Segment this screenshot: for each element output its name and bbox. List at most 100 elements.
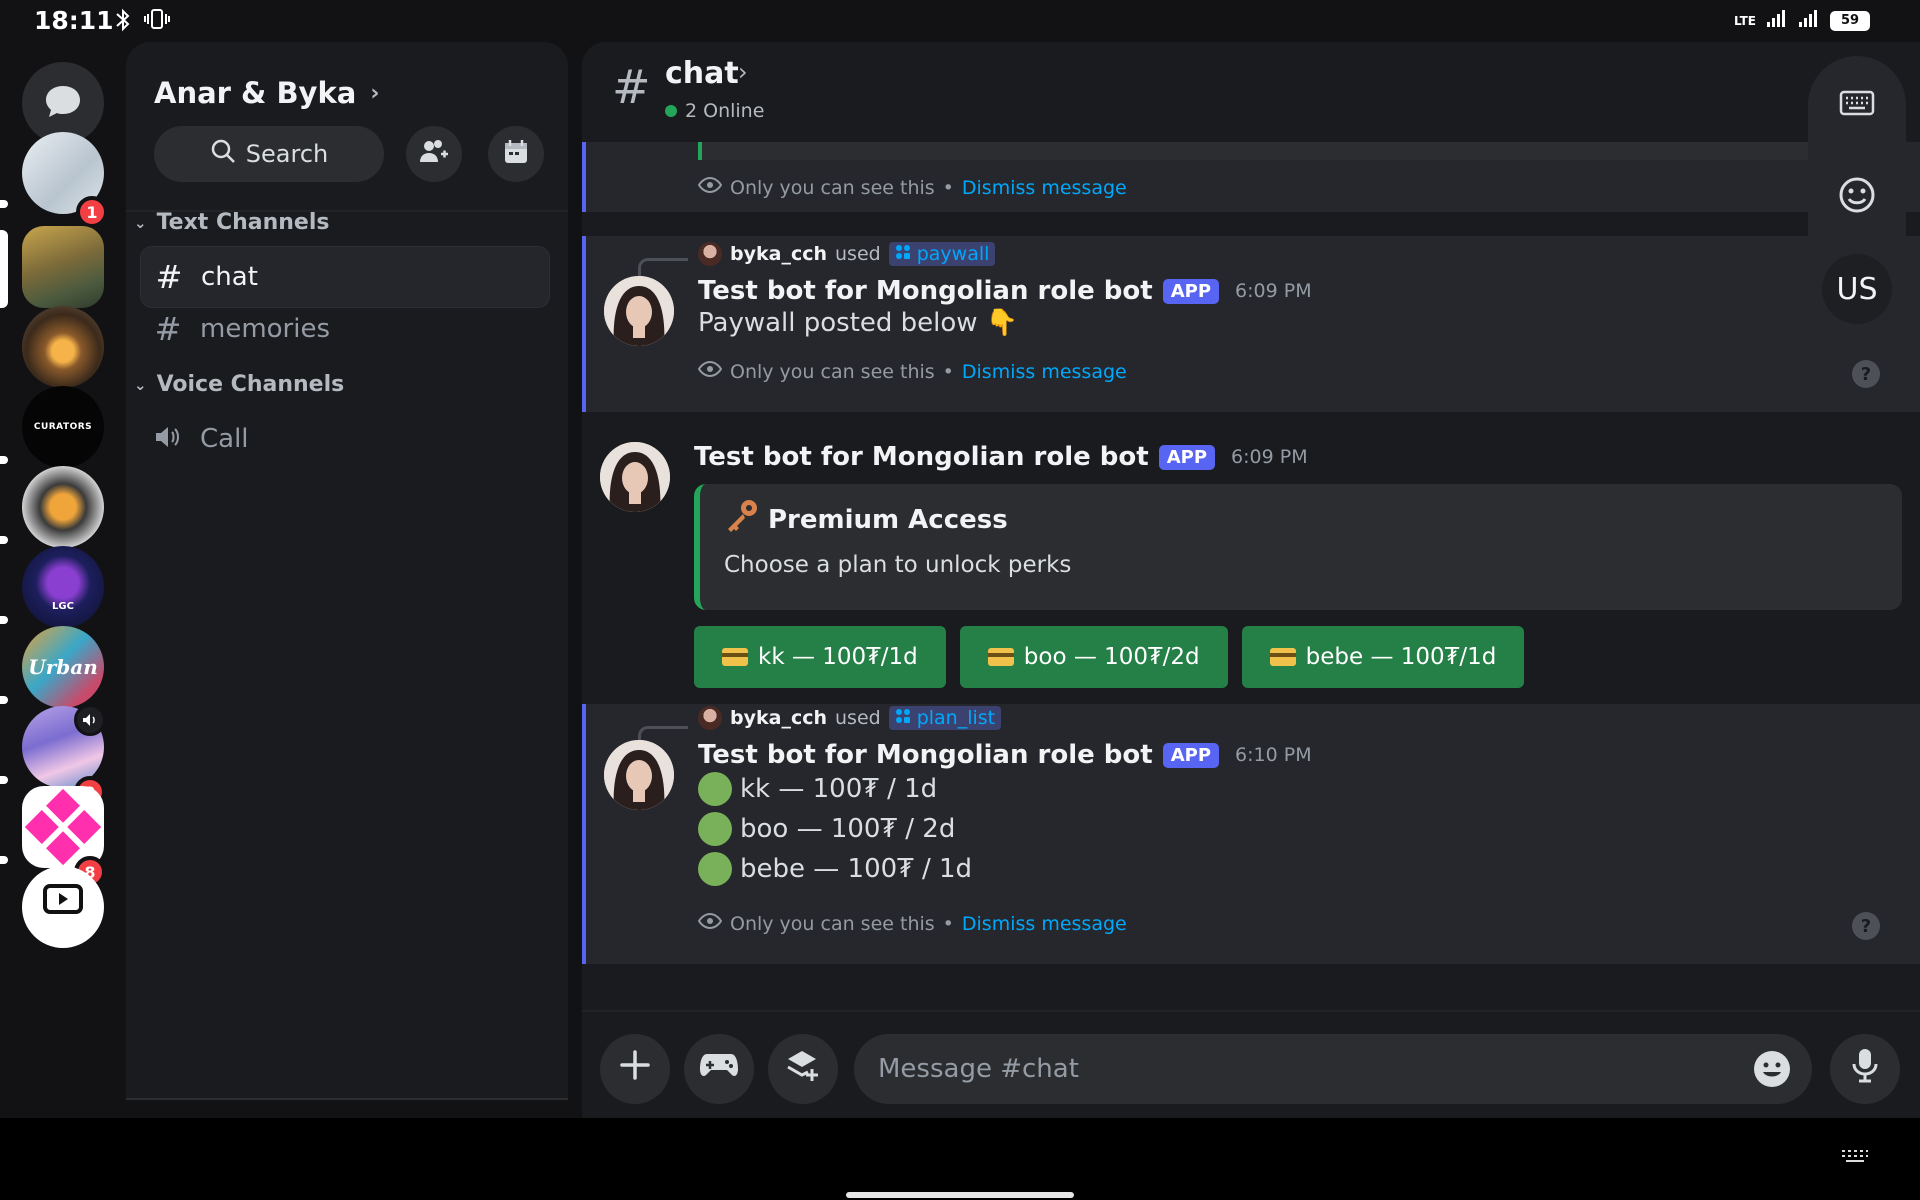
server-label: Urban bbox=[28, 655, 98, 679]
gamepad-icon bbox=[699, 1049, 739, 1089]
channel-label: chat bbox=[201, 262, 258, 292]
help-icon[interactable]: ? bbox=[1852, 360, 1880, 388]
credit-card-icon bbox=[987, 648, 1014, 666]
message-list[interactable]: Only you can see this • Dismiss message … bbox=[582, 142, 1920, 1000]
dismiss-message-link[interactable]: Dismiss message bbox=[962, 913, 1127, 935]
voice-message-button[interactable] bbox=[1830, 1034, 1900, 1104]
command-chip[interactable]: paywall bbox=[888, 242, 996, 266]
emoji-keyboard-button[interactable] bbox=[1822, 162, 1892, 232]
server-label: CURATORS bbox=[33, 422, 93, 432]
invite-members-button[interactable] bbox=[406, 126, 462, 182]
server-rail: 1 CURATORS LGC Urban 2 8 bbox=[0, 42, 124, 1100]
message-author[interactable]: Test bot for Mongolian role bot bbox=[694, 442, 1149, 472]
avatar[interactable] bbox=[604, 276, 674, 346]
plan-list-item: bebe — 100₮ / 1d bbox=[698, 852, 972, 886]
avatar[interactable] bbox=[604, 740, 674, 810]
credit-card-icon bbox=[722, 648, 748, 666]
emoji-icon[interactable] bbox=[1752, 1049, 1792, 1096]
search-button[interactable]: Search bbox=[154, 126, 384, 182]
keyboard-button[interactable] bbox=[1822, 70, 1892, 140]
status-time: 18:11 bbox=[34, 6, 114, 35]
signal-icon bbox=[1766, 8, 1788, 33]
home-handle[interactable] bbox=[846, 1192, 1074, 1198]
reply-username[interactable]: byka_cch bbox=[730, 243, 827, 265]
embed-title: Premium Access bbox=[768, 504, 1008, 535]
only-you-label: Only you can see this bbox=[730, 176, 935, 199]
command-chip[interactable]: plan_list bbox=[888, 706, 1002, 730]
chat-header[interactable]: # chat › 2 Online bbox=[582, 42, 1920, 142]
unread-pill bbox=[0, 616, 8, 624]
dismiss-message-link[interactable]: Dismiss message bbox=[962, 361, 1127, 383]
apps-button[interactable] bbox=[768, 1034, 838, 1104]
channel-memories[interactable]: # memories bbox=[140, 298, 550, 360]
category-text-channels[interactable]: ⌄ Text Channels bbox=[134, 210, 329, 235]
category-label: Text Channels bbox=[156, 210, 330, 235]
unread-pill bbox=[0, 536, 8, 544]
plan-button-bebe[interactable]: bebe — 100₮/1d bbox=[1241, 626, 1525, 688]
floating-keyboard-panel: US bbox=[1808, 56, 1906, 340]
server-icon-5[interactable] bbox=[22, 466, 104, 548]
hash-icon: # bbox=[155, 258, 183, 296]
category-voice-channels[interactable]: ⌄ Voice Channels bbox=[134, 372, 344, 397]
plan-line-text: kk — 100₮ / 1d bbox=[740, 774, 938, 804]
channel-call[interactable]: Call bbox=[140, 408, 550, 470]
divider bbox=[126, 1098, 568, 1100]
button-row: kk — 100₮/1d boo — 100₮/2d bebe — 100₮/1… bbox=[694, 626, 1525, 688]
plan-button-kk[interactable]: kk — 100₮/1d bbox=[694, 626, 946, 688]
avatar[interactable] bbox=[600, 442, 670, 512]
server-icon-7[interactable]: Urban bbox=[22, 626, 104, 708]
search-icon bbox=[210, 138, 236, 170]
eye-icon bbox=[697, 912, 723, 935]
plan-button-boo[interactable]: boo — 100₮/2d bbox=[959, 626, 1228, 688]
chat-panel: # chat › 2 Online Only you can see this … bbox=[582, 42, 1920, 1120]
message-composer: Message #chat bbox=[582, 1010, 1920, 1120]
keyboard-icon[interactable] bbox=[1840, 1148, 1870, 1168]
language-button[interactable]: US bbox=[1822, 254, 1892, 324]
server-icon-6[interactable]: LGC bbox=[22, 546, 104, 628]
separator: • bbox=[942, 360, 954, 383]
channel-title: chat bbox=[665, 56, 739, 91]
channel-sidebar: Anar & Byka › Search ⌄ Text Channels # c… bbox=[126, 42, 568, 1100]
online-count: 2 Online bbox=[665, 100, 764, 122]
command-reply-line: byka_cch used paywall bbox=[698, 242, 996, 266]
server-icon-10[interactable] bbox=[22, 866, 104, 948]
app-root: 18:11 LTE 59 1 CURATORS LGC Urban 8 Anar… bbox=[0, 0, 1920, 1200]
message-author[interactable]: Test bot for Mongolian role bot bbox=[698, 276, 1153, 306]
command-reply-line: byka_cch used plan_list bbox=[698, 706, 1002, 730]
calendar-icon bbox=[503, 139, 529, 169]
server-icon-4[interactable]: CURATORS bbox=[22, 386, 104, 468]
events-button[interactable] bbox=[488, 126, 544, 182]
separator: • bbox=[942, 176, 954, 199]
message-input[interactable]: Message #chat bbox=[854, 1034, 1812, 1104]
hash-icon: # bbox=[154, 310, 182, 348]
command-name: plan_list bbox=[916, 707, 996, 729]
eye-icon bbox=[697, 176, 723, 199]
search-label: Search bbox=[245, 140, 329, 168]
message-timestamp: 6:09 PM bbox=[1231, 446, 1308, 468]
chevron-down-icon: ⌄ bbox=[134, 213, 147, 232]
reply-username[interactable]: byka_cch bbox=[730, 707, 827, 729]
chevron-right-icon: › bbox=[370, 80, 380, 106]
avatar[interactable] bbox=[698, 706, 722, 730]
avatar[interactable] bbox=[698, 242, 722, 266]
message-author[interactable]: Test bot for Mongolian role bot bbox=[698, 740, 1153, 770]
online-label: 2 Online bbox=[685, 100, 765, 122]
separator: • bbox=[942, 912, 954, 935]
server-icon-2[interactable] bbox=[22, 226, 104, 308]
unread-pill bbox=[0, 776, 8, 784]
status-bar: 18:11 LTE 59 bbox=[0, 0, 1920, 42]
only-you-label: Only you can see this bbox=[730, 360, 935, 383]
activities-button[interactable] bbox=[684, 1034, 754, 1104]
server-icon-3[interactable] bbox=[22, 306, 104, 388]
used-label: used bbox=[835, 243, 881, 265]
chevron-down-icon: ⌄ bbox=[134, 375, 147, 394]
guild-header[interactable]: Anar & Byka › bbox=[154, 76, 379, 110]
dismiss-message-link[interactable]: Dismiss message bbox=[962, 177, 1127, 199]
help-icon[interactable]: ? bbox=[1852, 912, 1880, 940]
channel-label: memories bbox=[200, 314, 331, 344]
app-tag: APP bbox=[1162, 278, 1220, 304]
attach-button[interactable] bbox=[600, 1034, 670, 1104]
add-user-icon bbox=[419, 138, 449, 170]
embed-partial bbox=[698, 142, 1898, 160]
plan-list-item: kk — 100₮ / 1d bbox=[698, 772, 937, 806]
